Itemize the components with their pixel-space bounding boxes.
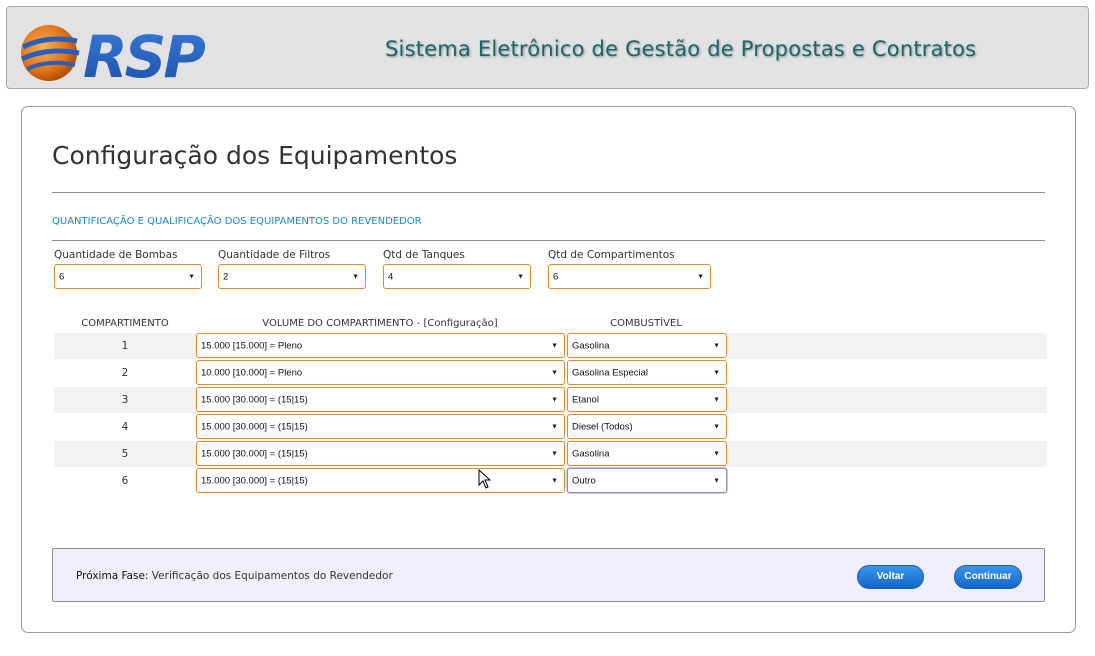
main-panel: Configuração dos Equipamentos QUANTIFICA… — [21, 106, 1076, 633]
app-title: Sistema Eletrônico de Gestão de Proposta… — [385, 37, 977, 61]
row-number: 5 — [121, 448, 129, 460]
filtros-label: Quantidade de Filtros — [218, 249, 331, 261]
compartimentos-label: Qtd de Compartimentos — [548, 249, 675, 261]
row-number: 3 — [121, 394, 129, 406]
dropdown-arrow-icon: ▼ — [551, 396, 558, 403]
dropdown-arrow-icon: ▼ — [551, 369, 558, 376]
dropdown-arrow-icon: ▼ — [551, 450, 558, 457]
select-value: 6 — [553, 271, 559, 282]
rsp-logo: RSP — [20, 23, 208, 85]
volume-select[interactable]: 10.000 [10.000] = Pleno ▼ — [196, 360, 565, 385]
tanques-select[interactable]: 4 ▼ — [383, 264, 531, 289]
continue-button[interactable]: Continuar — [954, 565, 1022, 589]
dropdown-arrow-icon: ▼ — [551, 477, 558, 484]
volume-select[interactable]: 15.000 [15.000] = Pleno ▼ — [196, 333, 565, 358]
combustivel-select[interactable]: Diesel (Todos) ▼ — [567, 414, 727, 439]
row-number: 4 — [121, 421, 129, 433]
filtros-select[interactable]: 2 ▼ — [218, 264, 366, 289]
select-value: 10.000 [10.000] = Pleno — [201, 367, 303, 378]
volume-select[interactable]: 15.000 [30.000] = (15|15) ▼ — [196, 387, 565, 412]
section-title: QUANTIFICAÇÃO E QUALIFICAÇÃO DOS EQUIPAM… — [52, 216, 422, 227]
back-button[interactable]: Voltar — [857, 565, 924, 589]
header-compartimento: COMPARTIMENTO — [81, 318, 169, 329]
dropdown-arrow-icon: ▼ — [188, 273, 195, 280]
next-phase-text: Próxima Fase: Verificação dos Equipament… — [76, 570, 393, 582]
combustivel-select[interactable]: Gasolina ▼ — [567, 441, 727, 466]
dropdown-arrow-icon: ▼ — [713, 423, 720, 430]
select-value: 15.000 [30.000] = (15|15) — [201, 448, 308, 459]
next-phase-bar: Próxima Fase: Verificação dos Equipament… — [52, 548, 1045, 602]
compartimentos-select[interactable]: 6 ▼ — [548, 264, 711, 289]
next-phase-value: Verificação dos Equipamentos do Revended… — [151, 570, 393, 582]
select-value: Outro — [572, 475, 596, 486]
dropdown-arrow-icon: ▼ — [517, 273, 524, 280]
select-value: Gasolina Especial — [572, 367, 649, 378]
select-value: Gasolina — [572, 340, 610, 351]
dropdown-arrow-icon: ▼ — [352, 273, 359, 280]
row-number: 2 — [121, 367, 129, 379]
bombas-select[interactable]: 6 ▼ — [54, 264, 202, 289]
combustivel-select[interactable]: Gasolina Especial ▼ — [567, 360, 727, 385]
select-value: 4 — [388, 271, 394, 282]
dropdown-arrow-icon: ▼ — [697, 273, 704, 280]
select-value: Etanol — [572, 394, 599, 405]
header-combustivel: COMBUSTÍVEL — [610, 318, 682, 329]
volume-select[interactable]: 15.000 [30.000] = (15|15) ▼ — [196, 441, 565, 466]
dropdown-arrow-icon: ▼ — [713, 369, 720, 376]
divider — [52, 192, 1045, 193]
volume-select[interactable]: 15.000 [30.000] = (15|15) ▼ — [196, 414, 565, 439]
dropdown-arrow-icon: ▼ — [551, 423, 558, 430]
logo-text: RSP — [83, 23, 205, 85]
combustivel-select[interactable]: Etanol ▼ — [567, 387, 727, 412]
select-value: 15.000 [30.000] = (15|15) — [201, 475, 308, 486]
select-value: 6 — [59, 271, 65, 282]
row-number: 1 — [121, 340, 129, 352]
dropdown-arrow-icon: ▼ — [713, 342, 720, 349]
header-volume: VOLUME DO COMPARTIMENTO - [Configuração] — [262, 318, 498, 329]
select-value: 15.000 [30.000] = (15|15) — [201, 394, 308, 405]
mouse-cursor-icon — [478, 469, 492, 489]
dropdown-arrow-icon: ▼ — [713, 396, 720, 403]
select-value: 15.000 [30.000] = (15|15) — [201, 421, 308, 432]
page-title: Configuração dos Equipamentos — [52, 141, 458, 170]
dropdown-arrow-icon: ▼ — [713, 477, 720, 484]
select-value: Diesel (Todos) — [572, 421, 633, 432]
app-header: RSP Sistema Eletrônico de Gestão de Prop… — [6, 6, 1089, 89]
combustivel-select[interactable]: Outro ▼ — [567, 468, 727, 493]
volume-select[interactable]: 15.000 [30.000] = (15|15) ▼ — [196, 468, 565, 493]
dropdown-arrow-icon: ▼ — [713, 450, 720, 457]
tanques-label: Qtd de Tanques — [383, 249, 465, 261]
next-phase-label: Próxima Fase: — [76, 570, 149, 582]
select-value: 15.000 [15.000] = Pleno — [201, 340, 303, 351]
combustivel-select[interactable]: Gasolina ▼ — [567, 333, 727, 358]
bombas-label: Quantidade de Bombas — [54, 249, 178, 261]
dropdown-arrow-icon: ▼ — [551, 342, 558, 349]
row-number: 6 — [121, 475, 129, 487]
select-value: 2 — [223, 271, 229, 282]
select-value: Gasolina — [572, 448, 610, 459]
divider — [52, 240, 1045, 241]
